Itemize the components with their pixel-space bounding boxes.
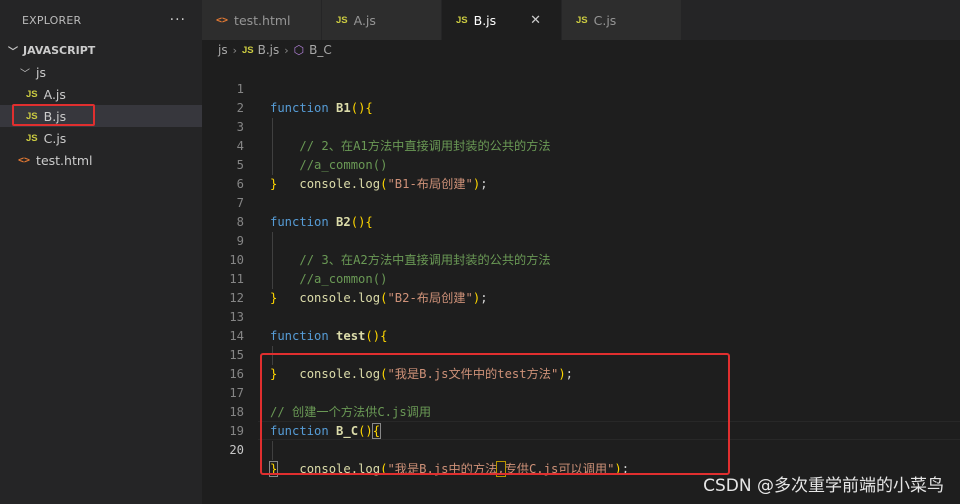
code-line: 17 // 创建一个方法供C.js调用 [229, 386, 432, 419]
breadcrumb-file[interactable]: B.js [258, 43, 280, 57]
chevron-down-icon: ﹀ [20, 68, 30, 80]
code-line: 16 [229, 367, 244, 381]
tab-label: test.html [234, 12, 291, 28]
code-line: 3 //a_common() [236, 120, 388, 172]
js-file-icon: JS [26, 110, 38, 122]
explorer-sidebar: EXPLORER ··· ﹀ JAVASCRIPT ﹀ js JS A.js J… [0, 0, 202, 504]
js-file-icon: JS [26, 88, 38, 100]
code-line: 9 //a_common() [236, 234, 388, 286]
breadcrumb: js › JS B.js › ⬡ B_C [202, 40, 960, 60]
symbol-method-icon: ⬡ [293, 43, 305, 57]
close-icon[interactable]: ✕ [530, 13, 541, 28]
explorer-title: EXPLORER [22, 13, 82, 27]
code-line: 5 } [236, 158, 278, 191]
workspace-root-label: JAVASCRIPT [23, 43, 96, 57]
code-line: 6 [236, 177, 244, 191]
js-file-icon: JS [456, 14, 468, 26]
code-line: 2 // 2、在A1方法中直接调用封装的公共的方法 [236, 101, 551, 153]
code-line: 11 } [229, 272, 278, 305]
code-line: 10 console.log("B2-布局创建"); [229, 253, 488, 305]
watermark: CSDN @多次重学前端的小菜鸟 [703, 476, 944, 496]
more-actions-icon[interactable]: ··· [170, 12, 186, 28]
file-label: A.js [43, 86, 66, 102]
js-file-icon: JS [26, 132, 38, 144]
breadcrumb-symbol[interactable]: B_C [309, 43, 332, 57]
code-line: 14 console.log("我是B.js文件中的test方法"); [229, 329, 573, 381]
folder-js[interactable]: ﹀ js [0, 61, 202, 83]
code-line: 12 [229, 291, 244, 305]
code-line: 4 console.log("B1-布局创建"); [236, 139, 488, 191]
js-file-icon: JS [336, 14, 348, 26]
tab-test-html[interactable]: <> test.html [202, 0, 322, 40]
tab-b-js[interactable]: JS B.js ✕ [442, 0, 562, 40]
chevron-down-icon: ﹀ [8, 46, 18, 58]
folder-js-label: js [36, 64, 46, 80]
code-line: 19 console.log("我是B.js中的方法,专供C.js可以调用"); [229, 424, 630, 477]
tab-c-js[interactable]: JS C.js [562, 0, 682, 40]
tab-label: C.js [593, 12, 617, 28]
tab-a-js[interactable]: JS A.js [322, 0, 442, 40]
code-line: 15 } [229, 348, 278, 381]
code-line: 18 function B_C(){ [229, 405, 382, 439]
tab-bar: <> test.html JS A.js JS B.js ✕ JS C.js [202, 0, 960, 40]
file-c-js[interactable]: JS C.js [0, 127, 202, 149]
explorer-header: EXPLORER ··· [0, 0, 202, 40]
file-b-js[interactable]: JS B.js [0, 105, 202, 127]
file-a-js[interactable]: JS A.js [0, 83, 202, 105]
chevron-right-icon: › [284, 43, 289, 57]
js-file-icon: JS [576, 14, 588, 26]
file-label: test.html [36, 152, 93, 168]
code-line: 13 function test(){ [229, 310, 388, 343]
breadcrumb-folder[interactable]: js [218, 43, 228, 57]
code-line: 7 function B2(){ [236, 196, 373, 229]
file-label: C.js [43, 130, 67, 146]
file-test-html[interactable]: <> test.html [0, 149, 202, 171]
tab-label: A.js [353, 12, 376, 28]
code-line: 8 // 3、在A2方法中直接调用封装的公共的方法 [236, 215, 551, 267]
workspace-root[interactable]: ﹀ JAVASCRIPT [0, 39, 202, 61]
code-editor[interactable]: 1 function B1(){ 2 // 2、在A1方法中直接调用封装的公共的… [202, 60, 960, 504]
html-file-icon: <> [216, 14, 229, 26]
code-line: 20 } [229, 443, 279, 477]
tab-label: B.js [473, 12, 497, 28]
chevron-right-icon: › [232, 43, 237, 57]
html-file-icon: <> [18, 154, 31, 166]
code-line: 1 function B1(){ [236, 82, 373, 115]
file-label: B.js [43, 108, 67, 124]
js-file-icon: JS [242, 44, 254, 56]
